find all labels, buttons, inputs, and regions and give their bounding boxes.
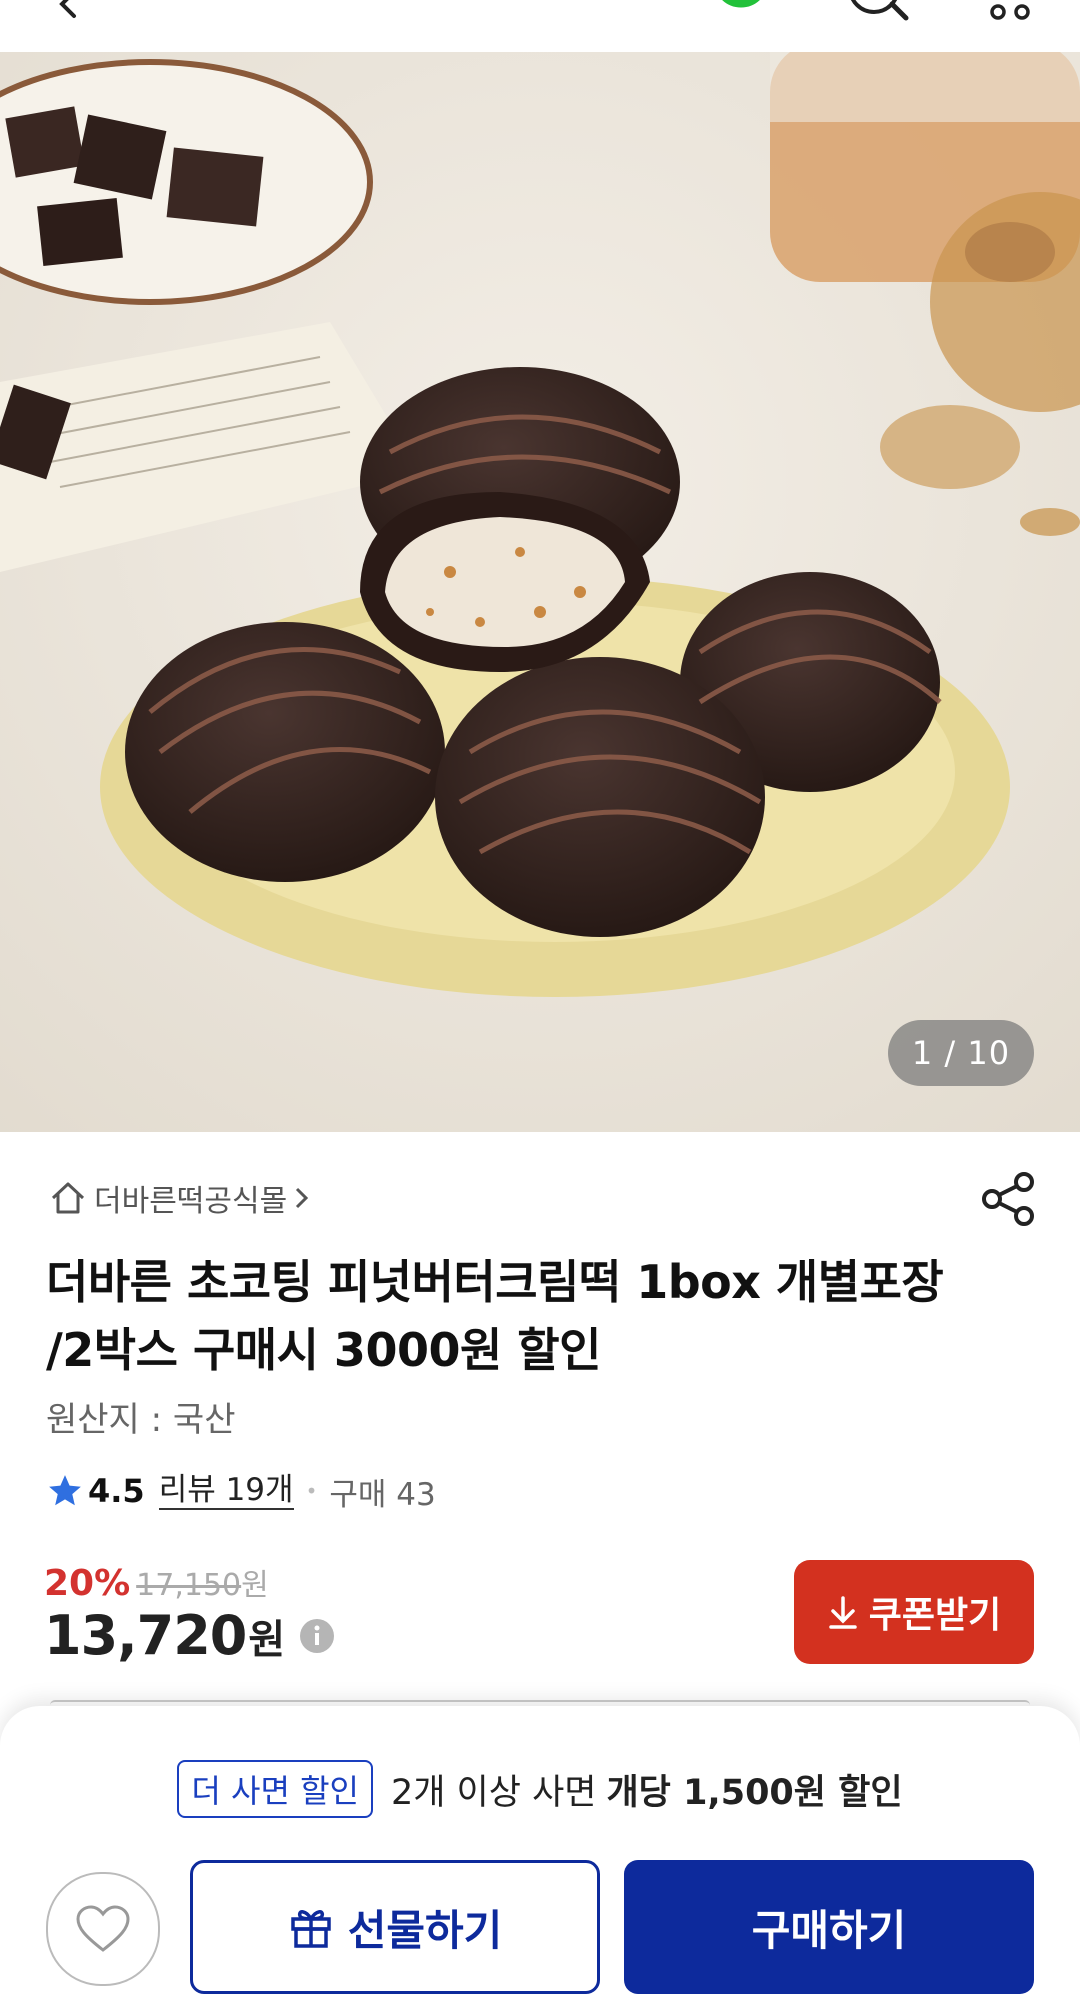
- currency: 원: [248, 1616, 286, 1663]
- original-price: 17,150: [136, 1568, 242, 1603]
- origin-info: 원산지 : 국산: [46, 1400, 236, 1440]
- store-name: 더바른떡공식몰: [94, 1184, 288, 1219]
- bulk-discount-badge: 더 사면 할인: [177, 1760, 373, 1818]
- buy-button[interactable]: 구매하기: [624, 1860, 1034, 1994]
- separator-dot: •: [305, 1479, 318, 1503]
- download-icon: [829, 1596, 857, 1629]
- bulk-discount-amount: 개당 1,500원 할인: [606, 1772, 903, 1813]
- gift-label: 선물하기: [347, 1905, 503, 1955]
- purchase-count: 구매 43: [329, 1476, 436, 1513]
- discount-row: 20% 17,150 원: [44, 1560, 269, 1604]
- coupon-button[interactable]: 쿠폰받기: [794, 1560, 1034, 1664]
- more-icon[interactable]: [990, 0, 1034, 20]
- bulk-discount-row: 더 사면 할인 2개 이상 사면 개당 1,500원 할인: [0, 1760, 1080, 1818]
- share-icon[interactable]: [980, 1170, 1036, 1228]
- review-link[interactable]: 리뷰 19개: [158, 1472, 294, 1510]
- price-row: 13,720 원: [44, 1604, 335, 1667]
- chevron-right-icon: [296, 1187, 309, 1209]
- bulk-discount-text: 2개 이상 사면: [390, 1772, 597, 1813]
- wishlist-button[interactable]: [46, 1872, 160, 1986]
- product-photo: [0, 52, 1080, 1132]
- sale-price: 13,720: [44, 1604, 247, 1667]
- discount-rate: 20%: [44, 1563, 131, 1604]
- back-arrow-icon[interactable]: [50, 0, 90, 28]
- gift-icon: [290, 1910, 331, 1948]
- store-link[interactable]: 더바른떡공식몰: [48, 1176, 313, 1220]
- home-icon: [51, 1182, 85, 1214]
- product-image[interactable]: 1 / 10: [0, 52, 1080, 1132]
- heart-icon: [76, 1905, 130, 1952]
- gift-button[interactable]: 선물하기: [190, 1860, 600, 1994]
- coupon-label: 쿠폰받기: [868, 1595, 1002, 1636]
- product-title: 더바른 초코팅 피넛버터크림떡 1box 개별포장 /2박스 구매시 3000원…: [46, 1255, 944, 1377]
- rating-row: 4.5 리뷰 19개 • 구매 43: [46, 1468, 436, 1514]
- rating-score: 4.5: [88, 1472, 145, 1510]
- green-logo-icon[interactable]: [712, 0, 770, 18]
- info-icon[interactable]: [299, 1618, 335, 1654]
- star-icon: [49, 1475, 81, 1506]
- search-icon[interactable]: [846, 0, 912, 24]
- top-bar: [0, 0, 1080, 52]
- image-counter: 1 / 10: [888, 1020, 1034, 1086]
- original-currency: 원: [241, 1568, 269, 1603]
